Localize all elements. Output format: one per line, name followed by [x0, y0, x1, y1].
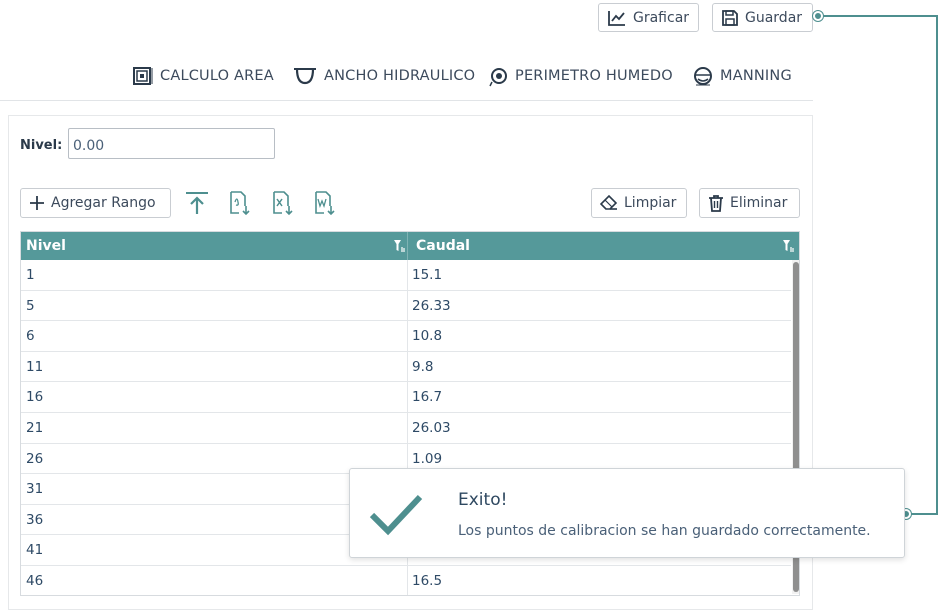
- agregar-rango-button[interactable]: Agregar Rango: [20, 188, 171, 218]
- nivel-input[interactable]: [68, 128, 275, 159]
- limpiar-button[interactable]: Limpiar: [591, 188, 687, 218]
- channel-icon: [294, 68, 316, 85]
- connector-line: [936, 15, 938, 515]
- nivel-label: Nivel:: [20, 138, 63, 153]
- area-icon: [133, 67, 153, 85]
- export-excel-button[interactable]: [268, 188, 296, 218]
- manning-label: MANNING: [720, 68, 792, 84]
- table-row[interactable]: 5 26.33: [21, 290, 791, 322]
- filter-icon[interactable]: [393, 239, 405, 253]
- calculo-area-tool[interactable]: CALCULO AREA: [132, 62, 274, 90]
- caudal-cell[interactable]: 16.5: [407, 565, 791, 595]
- calculo-area-label: CALCULO AREA: [160, 68, 274, 84]
- nivel-cell[interactable]: 1: [26, 260, 406, 290]
- nivel-cell[interactable]: 46: [26, 566, 406, 595]
- agregar-rango-label: Agregar Rango: [51, 195, 156, 211]
- graficar-label: Graficar: [633, 9, 690, 26]
- toast-title: Exito!: [458, 490, 508, 510]
- success-toast: Exito! Los puntos de calibracion se han …: [349, 468, 905, 558]
- column-header-label: Caudal: [416, 238, 470, 254]
- pdf-file-icon: [230, 191, 250, 216]
- table-row[interactable]: 1 15.1: [21, 260, 791, 291]
- export-pdf-button[interactable]: [225, 188, 253, 218]
- checkmark-icon: [369, 494, 423, 536]
- connector-line: [818, 15, 938, 17]
- column-header-label: Nivel: [26, 238, 66, 254]
- nivel-cell[interactable]: 21: [26, 413, 406, 443]
- excel-file-icon: [273, 191, 293, 216]
- nivel-cell[interactable]: 16: [26, 382, 406, 412]
- nivel-cell[interactable]: 5: [26, 291, 406, 321]
- graficar-button[interactable]: Graficar: [598, 3, 699, 32]
- nivel-cell[interactable]: 6: [26, 321, 406, 351]
- eliminar-button[interactable]: Eliminar: [699, 188, 800, 218]
- export-word-button[interactable]: [310, 188, 338, 218]
- perimetro-humedo-tool[interactable]: PERIMETRO HUMEDO: [489, 62, 673, 90]
- ancho-hidraulico-tool[interactable]: ANCHO HIDRAULICO: [292, 62, 475, 90]
- caudal-cell[interactable]: 16.7: [407, 382, 791, 413]
- grid-header: Nivel Caudal: [21, 232, 799, 260]
- table-row[interactable]: 21 26.03: [21, 412, 791, 444]
- divider: [0, 100, 813, 101]
- guardar-label: Guardar: [745, 9, 803, 26]
- trash-icon: [709, 195, 723, 212]
- limpiar-label: Limpiar: [624, 195, 677, 211]
- guardar-button[interactable]: Guardar: [712, 3, 813, 32]
- column-header-caudal[interactable]: Caudal: [407, 232, 799, 260]
- perimetro-humedo-label: PERIMETRO HUMEDO: [515, 68, 673, 84]
- caudal-cell[interactable]: 26.33: [407, 290, 791, 322]
- manning-tool[interactable]: MANNING: [692, 62, 792, 90]
- line-chart-icon: [608, 10, 625, 26]
- nivel-cell[interactable]: 11: [26, 352, 406, 382]
- perimeter-icon: [489, 68, 507, 87]
- column-header-nivel[interactable]: Nivel: [21, 232, 407, 260]
- upload-icon: [186, 192, 208, 214]
- table-row[interactable]: 11 9.8: [21, 351, 791, 383]
- filter-icon[interactable]: [782, 239, 794, 253]
- plus-icon: [30, 196, 44, 210]
- caudal-cell[interactable]: 10.8: [407, 321, 791, 352]
- eraser-icon: [600, 195, 618, 210]
- word-file-icon: [315, 191, 335, 216]
- toast-message: Los puntos de calibracion se han guardad…: [458, 523, 871, 539]
- connector-dot: [813, 11, 823, 21]
- table-row[interactable]: 46 16.5: [21, 565, 791, 595]
- ancho-hidraulico-label: ANCHO HIDRAULICO: [324, 68, 476, 84]
- caudal-cell[interactable]: 9.8: [407, 351, 791, 383]
- save-icon: [722, 9, 738, 26]
- eliminar-label: Eliminar: [730, 195, 788, 211]
- table-row[interactable]: 16 16.7: [21, 382, 791, 413]
- table-row[interactable]: 6 10.8: [21, 321, 791, 352]
- manning-icon: [694, 67, 712, 86]
- upload-button[interactable]: [183, 188, 211, 218]
- caudal-cell[interactable]: 26.03: [407, 412, 791, 444]
- caudal-cell[interactable]: 15.1: [407, 260, 791, 291]
